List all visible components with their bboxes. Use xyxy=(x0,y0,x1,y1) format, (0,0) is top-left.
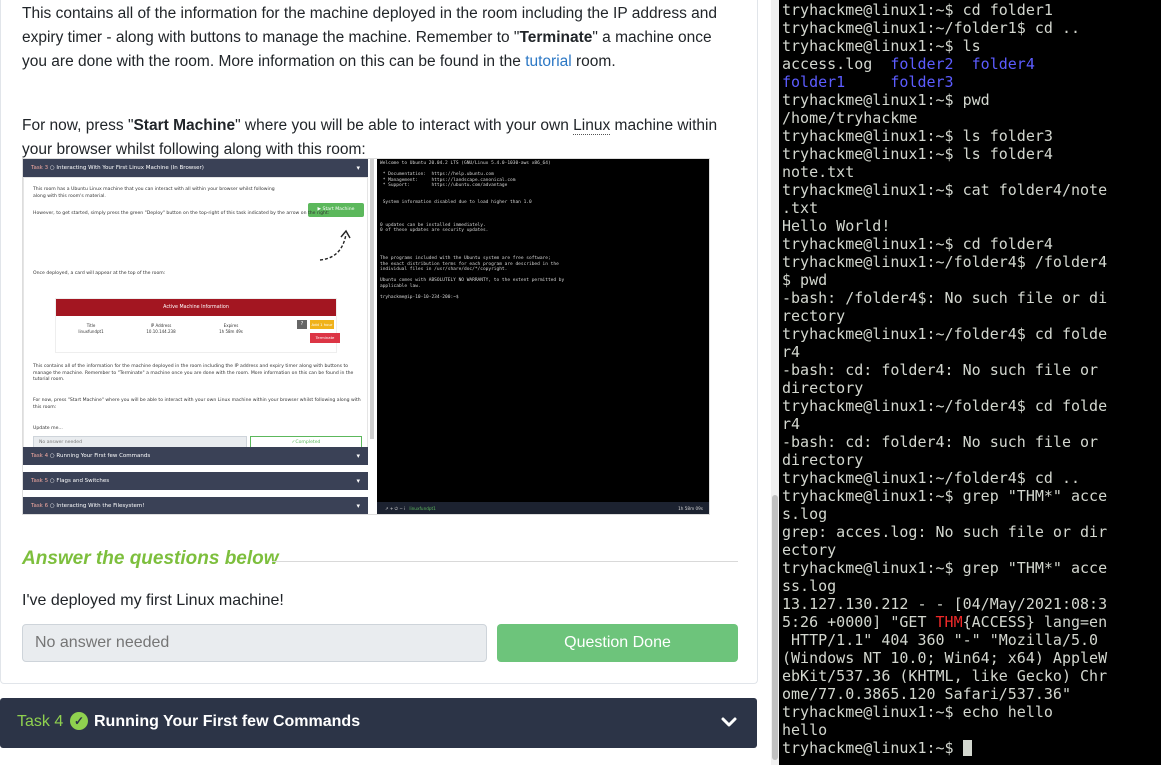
chevron-down-icon: ▾ xyxy=(356,502,360,510)
terminal-cursor xyxy=(962,740,972,756)
terminal-line: tryhackme@linux1:~$ ls folder4 xyxy=(782,145,1053,163)
start-machine-paragraph: For now, press "Start Machine" where you… xyxy=(22,117,718,158)
terminal-line: 5:26 +0000] "GET THM{ACCESS} lang=en xyxy=(782,613,1108,631)
terminal-line: grep: acces.log: No such file or dir xyxy=(782,523,1108,541)
terminal-line: ss.log xyxy=(782,577,837,595)
screenshot-task6-header: Task 6 ○ Interacting With the Filesystem… xyxy=(23,497,368,514)
chevron-down-icon: ▾ xyxy=(356,164,360,172)
terminal-line: /home/tryhackme xyxy=(782,109,918,127)
screenshot-terminal: Welcome to Ubuntu 20.04.2 LTS (GNU/Linux… xyxy=(377,159,709,502)
terminal-line: -bash: cd: folder4: No such file or xyxy=(782,433,1099,451)
terminal-line: tryhackme@linux1:~/folder4$ cd folde xyxy=(782,397,1108,415)
answer-section-heading: Answer the questions below xyxy=(22,548,279,569)
machine-info-paragraph: This contains all of the information for… xyxy=(22,5,718,70)
terminal-line: directory xyxy=(782,379,864,397)
screenshot-task3-header: Task 3 ○ Interacting With Your First Lin… xyxy=(23,159,368,177)
terminal-line: ome/77.0.3865.120 Safari/537.36" xyxy=(782,685,1071,703)
curved-arrow-icon xyxy=(319,229,351,261)
terminal-line: tryhackme@linux1:~$ pwd xyxy=(782,91,990,109)
terminal-line: tryhackme@linux1:~$ cat folder4/note xyxy=(782,181,1108,199)
screenshot-terminal-toolbar: ↗ + ⏻ − i linuxfundpt1 1h 58m 09s xyxy=(377,502,709,514)
terminal-line: tryhackme@linux1:~$ cd folder1 xyxy=(782,1,1053,19)
task-number-label: Task 4 xyxy=(17,713,64,730)
terminal-line: tryhackme@linux1:~/folder4$ cd .. xyxy=(782,469,1081,487)
screenshot-scrollbar xyxy=(370,159,374,439)
screenshot-task5-header: Task 5 ○ Flags and Switches ▾ xyxy=(23,472,368,490)
terminal-line: HTTP/1.1" 404 360 "-" "Mozilla/5.0 xyxy=(782,631,1099,649)
terminal-line: tryhackme@linux1:~$ ls folder3 xyxy=(782,127,1053,145)
screenshot-task3-body: This room has a Ubuntu Linux machine tha… xyxy=(23,177,368,450)
screenshot-active-machine-card: Active Machine Information Title linuxfu… xyxy=(55,298,340,353)
screenshot-help-icon: ? xyxy=(297,320,307,329)
terminal-line: ectory xyxy=(782,541,837,559)
terminal-line: rectory xyxy=(782,307,846,325)
terminal-line: r4 xyxy=(782,415,801,433)
screenshot-card-text: Once deployed, a card will appear at the… xyxy=(33,271,166,276)
terminal-line: tryhackme@linux1:~$ echo hello xyxy=(782,703,1053,721)
task-title: Running Your First few Commands xyxy=(94,713,361,730)
terminal-line: note.txt xyxy=(782,163,855,181)
scrollbar-thumb[interactable] xyxy=(772,495,778,760)
question-text: I've deployed my first Linux machine! xyxy=(22,592,284,609)
chevron-down-icon[interactable] xyxy=(719,712,739,732)
terminal-line: -bash: /folder4$: No such file or di xyxy=(782,289,1108,307)
terminal-line: directory xyxy=(782,451,864,469)
screenshot-add-hour-button: Add 1 hour xyxy=(310,320,334,329)
terminal-line: tryhackme@linux1:~$ xyxy=(782,739,1107,757)
terminal-line: folder1 folder3 xyxy=(782,73,954,91)
chevron-down-icon: ▾ xyxy=(356,477,360,485)
screenshot-terminate-button: Terminate xyxy=(310,333,340,343)
screenshot-get-started-text: However, to get started, simply press th… xyxy=(33,211,330,216)
tutorial-link[interactable]: tutorial xyxy=(525,53,572,70)
terminal-line: tryhackme@linux1:~$ grep "THM*" acce xyxy=(782,559,1108,577)
terminal-line: .txt xyxy=(782,199,819,217)
terminal-line: s.log xyxy=(782,505,828,523)
task-card: This contains all of the information for… xyxy=(0,0,758,684)
terminal-line: access.log folder2 folder4 xyxy=(782,55,1035,73)
terminal-pane[interactable]: tryhackme@linux1:~$ cd folder1 tryhackme@… xyxy=(779,0,1161,765)
screenshot-para1: This contains all of the information for… xyxy=(33,364,354,382)
terminal-line: r4 xyxy=(782,343,801,361)
terminal-line: ebKit/537.36 (KHTML, like Gecko) Chr xyxy=(782,667,1108,685)
terminal-line: 13.127.130.212 - - [04/May/2021:08:3 xyxy=(782,595,1108,613)
terminal-line: tryhackme@linux1:~$ ls xyxy=(782,37,981,55)
room-content-panel: This contains all of the information for… xyxy=(0,0,770,765)
terminal-line: tryhackme@linux1:~/folder4$ /folder4 xyxy=(782,253,1108,271)
terminal-line: hello xyxy=(782,721,828,739)
in-browser-machine-screenshot: Task 3 ○ Interacting With Your First Lin… xyxy=(22,158,710,515)
task-4-header[interactable]: Task 4 ✓ Running Your First few Commands xyxy=(0,698,757,748)
screenshot-para2: For now, press "Start Machine" where you… xyxy=(33,398,361,410)
screenshot-room-pane: Task 3 ○ Interacting With Your First Lin… xyxy=(23,159,375,514)
chevron-down-icon: ▾ xyxy=(356,452,360,460)
terminal-output: tryhackme@linux1:~$ cd folder1 tryhackme@… xyxy=(782,1,1107,757)
screenshot-task4-header: Task 4 ○ Running Your First few Commands… xyxy=(23,447,368,465)
screenshot-intro-text: This room has a Ubuntu Linux machine tha… xyxy=(33,187,275,199)
terminal-line: (Windows NT 10.0; Win64; x64) AppleW xyxy=(782,649,1108,667)
screenshot-update-text: Update me... xyxy=(33,426,63,431)
heading-divider xyxy=(272,561,738,562)
linux-term[interactable]: Linux xyxy=(573,117,611,135)
terminal-line: -bash: cd: folder4: No such file or xyxy=(782,361,1099,379)
answer-input[interactable] xyxy=(22,624,487,662)
terminal-line: tryhackme@linux1:~/folder1$ cd .. xyxy=(782,19,1081,37)
question-done-button[interactable]: Question Done xyxy=(497,624,738,662)
terminal-line: tryhackme@linux1:~$ cd folder4 xyxy=(782,235,1053,253)
terminal-line: Hello World! xyxy=(782,217,891,235)
check-circle-icon: ✓ xyxy=(70,712,88,730)
terminal-line: tryhackme@linux1:~/folder4$ cd folde xyxy=(782,325,1108,343)
terminal-line: tryhackme@linux1:~$ grep "THM*" acce xyxy=(782,487,1108,505)
terminal-line: $ pwd xyxy=(782,271,828,289)
